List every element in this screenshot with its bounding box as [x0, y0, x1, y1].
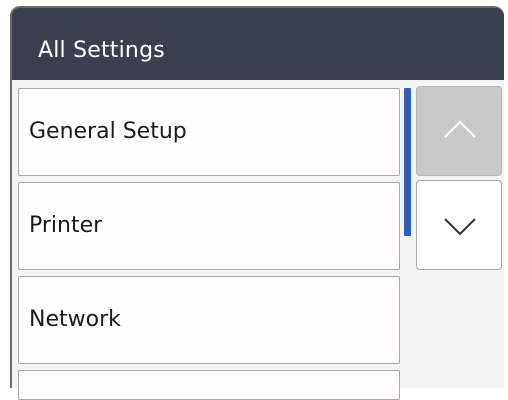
menu-item-network[interactable]: Network — [18, 276, 400, 364]
scroll-down-button[interactable] — [416, 180, 502, 270]
scroll-position-indicator — [404, 88, 411, 236]
page-title: All Settings — [38, 38, 165, 63]
chevron-up-icon — [444, 120, 476, 138]
menu-item-label: Network — [29, 307, 121, 332]
menu-item-printer[interactable]: Printer — [18, 182, 400, 270]
chevron-down-icon — [444, 218, 476, 236]
menu-item-label: Printer — [29, 213, 103, 238]
scroll-up-button[interactable] — [416, 86, 502, 176]
settings-screen: All Settings General Setup Printer Netwo… — [0, 0, 508, 400]
title-bar: All Settings — [12, 8, 504, 80]
menu-item-next[interactable] — [18, 370, 400, 400]
menu-item-label: General Setup — [29, 119, 187, 144]
menu-item-general-setup[interactable]: General Setup — [18, 88, 400, 176]
